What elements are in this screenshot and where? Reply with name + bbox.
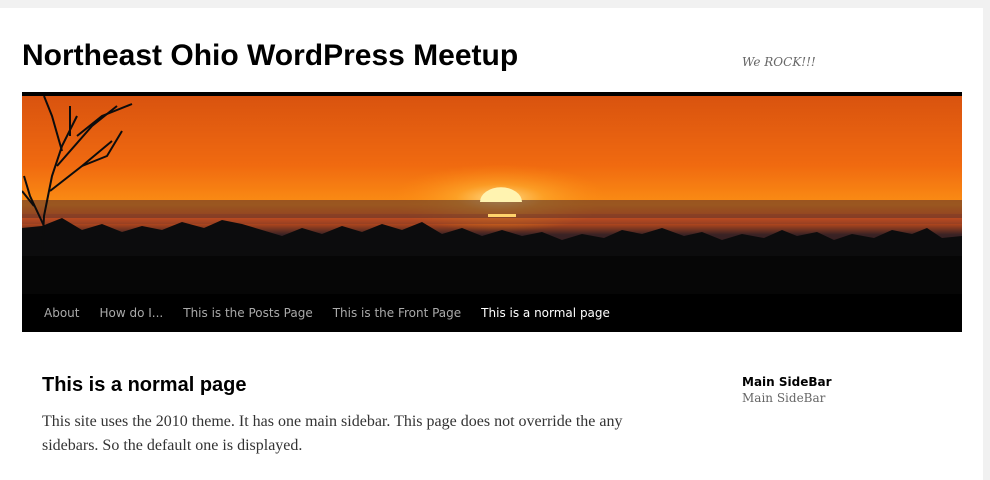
foreground-dark — [22, 256, 962, 294]
nav-item-about: About — [34, 294, 89, 332]
sidebar-widget-title: Main SideBar — [742, 375, 832, 389]
page-wrapper: Northeast Ohio WordPress Meetup We ROCK!… — [0, 8, 983, 480]
site-title-link[interactable]: Northeast Ohio WordPress Meetup — [22, 36, 518, 76]
nav-link-about[interactable]: About — [34, 294, 89, 332]
nav-link-normal-page-current[interactable]: This is a normal page — [471, 294, 620, 332]
nav-link-front-page[interactable]: This is the Front Page — [323, 294, 471, 332]
main-navigation: About How do I... This is the Posts Page… — [22, 294, 962, 332]
header-image — [22, 96, 962, 294]
sidebar: Main SideBar Main SideBar — [742, 374, 962, 406]
page-body-text: This site uses the 2010 theme. It has on… — [42, 413, 623, 454]
page-title: This is a normal page — [42, 374, 247, 396]
sidebar-widget-text: Main SideBar — [742, 391, 826, 405]
nav-link-how-do-i[interactable]: How do I... — [89, 294, 173, 332]
nav-menu: About How do I... This is the Posts Page… — [22, 294, 962, 332]
nav-item-normal-page: This is a normal page — [471, 294, 620, 332]
nav-item-posts-page: This is the Posts Page — [173, 294, 322, 332]
nav-item-how-do-i: How do I... — [89, 294, 173, 332]
main-content: This is a normal page This site uses the… — [42, 370, 682, 458]
sun-reflection — [488, 214, 516, 217]
site-description: We ROCK!!! — [742, 55, 816, 69]
nav-link-posts-page[interactable]: This is the Posts Page — [173, 294, 322, 332]
nav-item-front-page: This is the Front Page — [323, 294, 471, 332]
